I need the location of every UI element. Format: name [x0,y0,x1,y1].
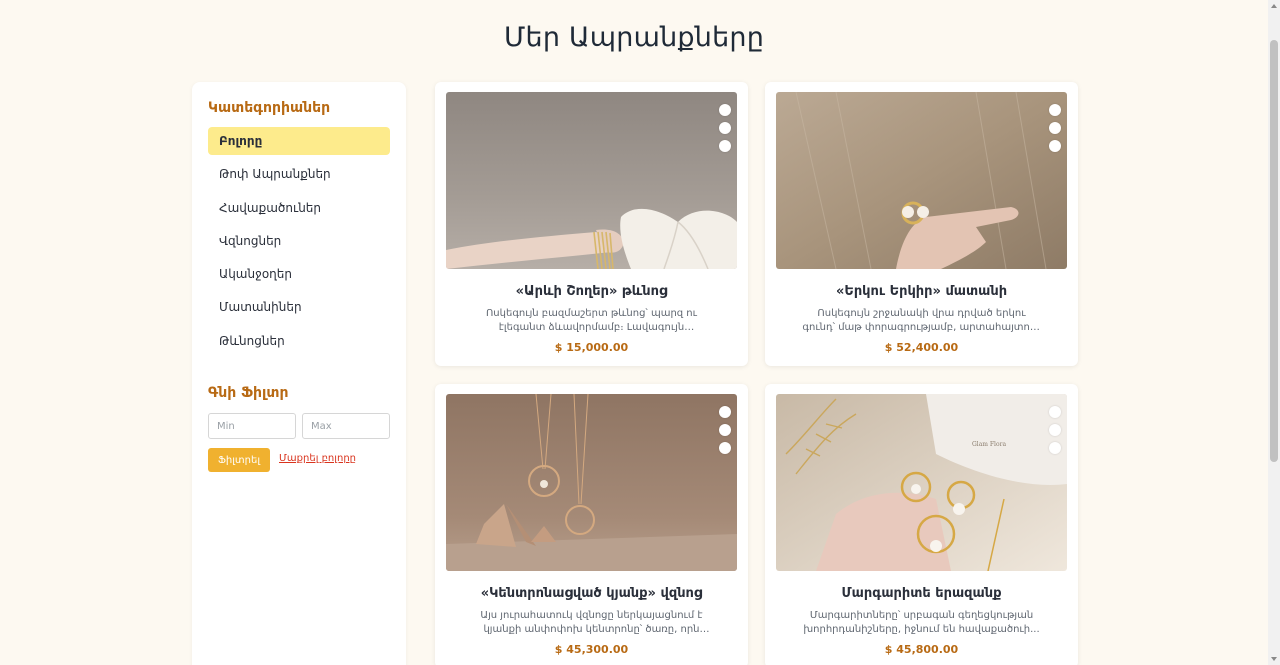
product-card[interactable]: Glam Flora Մարգարիտե երազանք Մարգարիտներ… [765,384,1078,665]
category-item-necklaces[interactable]: Վզնոցներ [208,227,390,255]
bracelet-photo [446,92,737,269]
scrollbar-thumb[interactable] [1270,40,1278,462]
product-price: $ 15,000.00 [554,341,629,354]
image-carousel-dots [1049,104,1061,152]
product-image[interactable] [776,92,1067,269]
product-image[interactable]: Glam Flora [776,394,1067,571]
carousel-dot[interactable] [1049,104,1061,116]
max-price-input[interactable] [302,413,390,439]
carousel-dot[interactable] [1049,424,1061,436]
category-item-collections[interactable]: Հավաքածուներ [208,194,390,222]
carousel-dot[interactable] [1049,406,1061,418]
necklace-photo [446,394,737,571]
category-item-top-products[interactable]: Թոփ Ապրանքներ [208,160,390,188]
product-image[interactable] [446,92,737,269]
carousel-dot[interactable] [719,140,731,152]
carousel-dot[interactable] [1049,442,1061,454]
carousel-dot[interactable] [1049,140,1061,152]
product-price: $ 45,800.00 [884,643,959,656]
category-item-rings[interactable]: Մատանիներ [208,293,390,321]
product-description: Ոսկեգույն շրջանակի վրա դրված երկու գունդ… [802,308,1041,333]
carousel-dot[interactable] [719,406,731,418]
page-scrollbar[interactable] [1268,0,1280,665]
ring-photo [776,92,1067,269]
min-price-input[interactable] [208,413,296,439]
sidebar: Կատեգորիաներ Բոլորը Թոփ Ապրանքներ Հավաքա… [192,82,406,665]
carousel-dot[interactable] [719,424,731,436]
product-image[interactable] [446,394,737,571]
image-carousel-dots [719,104,731,152]
product-name[interactable]: «Երկու Երկիր» մատանի [765,284,1078,299]
categories-title: Կատեգորիաներ [208,100,331,116]
product-card[interactable]: «Արևի Շողեր» թևնոց Ոսկեգույն բազմաշերտ թ… [435,82,748,366]
image-carousel-dots [719,406,731,454]
category-item-all[interactable]: Բոլորը [208,127,390,155]
brand-watermark: Glam Flora [972,441,1006,448]
clear-all-link[interactable]: Մաքրել բոլորը [279,453,356,464]
product-name[interactable]: Մարգարիտե երազանք [765,586,1078,601]
page-title: Մեր Ապրանքները [503,22,765,53]
scroll-up-arrow-icon[interactable] [1271,4,1277,8]
category-list: Բոլորը Թոփ Ապրանքներ Հավաքածուներ Վզնոցն… [208,127,390,360]
category-item-earrings[interactable]: Ականջօղեր [208,260,390,288]
price-inputs [208,413,390,439]
product-price: $ 45,300.00 [554,643,629,656]
product-description: Ոսկեգույն բազմաշերտ թևնոց՝ պարզ ու էլեգա… [485,308,697,333]
product-name[interactable]: «Կենտրոնացված կյանք» վզնոց [435,586,748,601]
category-item-bracelets[interactable]: Թևնոցներ [208,327,390,355]
product-name[interactable]: «Արևի Շողեր» թևնոց [435,284,748,299]
carousel-dot[interactable] [1049,122,1061,134]
product-card[interactable]: «Կենտրոնացված կյանք» վզնոց Այս յուրահատո… [435,384,748,665]
image-carousel-dots [1049,406,1061,454]
filter-button[interactable]: Ֆիլտրել [208,448,270,472]
carousel-dot[interactable] [719,122,731,134]
product-description: Այս յուրահատուկ վզնոցը ներկայացնում է կյ… [480,610,703,635]
product-price: $ 52,400.00 [884,341,959,354]
product-card[interactable]: «Երկու Երկիր» մատանի Ոսկեգույն շրջանակի … [765,82,1078,366]
product-description: Մարգարիտները՝ սրբագան գեղեցկության խորհր… [803,610,1040,635]
scroll-down-arrow-icon[interactable] [1271,657,1277,661]
price-filter-title: Գնի Ֆիլտր [208,385,289,401]
carousel-dot[interactable] [719,104,731,116]
pearl-earrings-photo: Glam Flora [776,394,1067,571]
carousel-dot[interactable] [719,442,731,454]
